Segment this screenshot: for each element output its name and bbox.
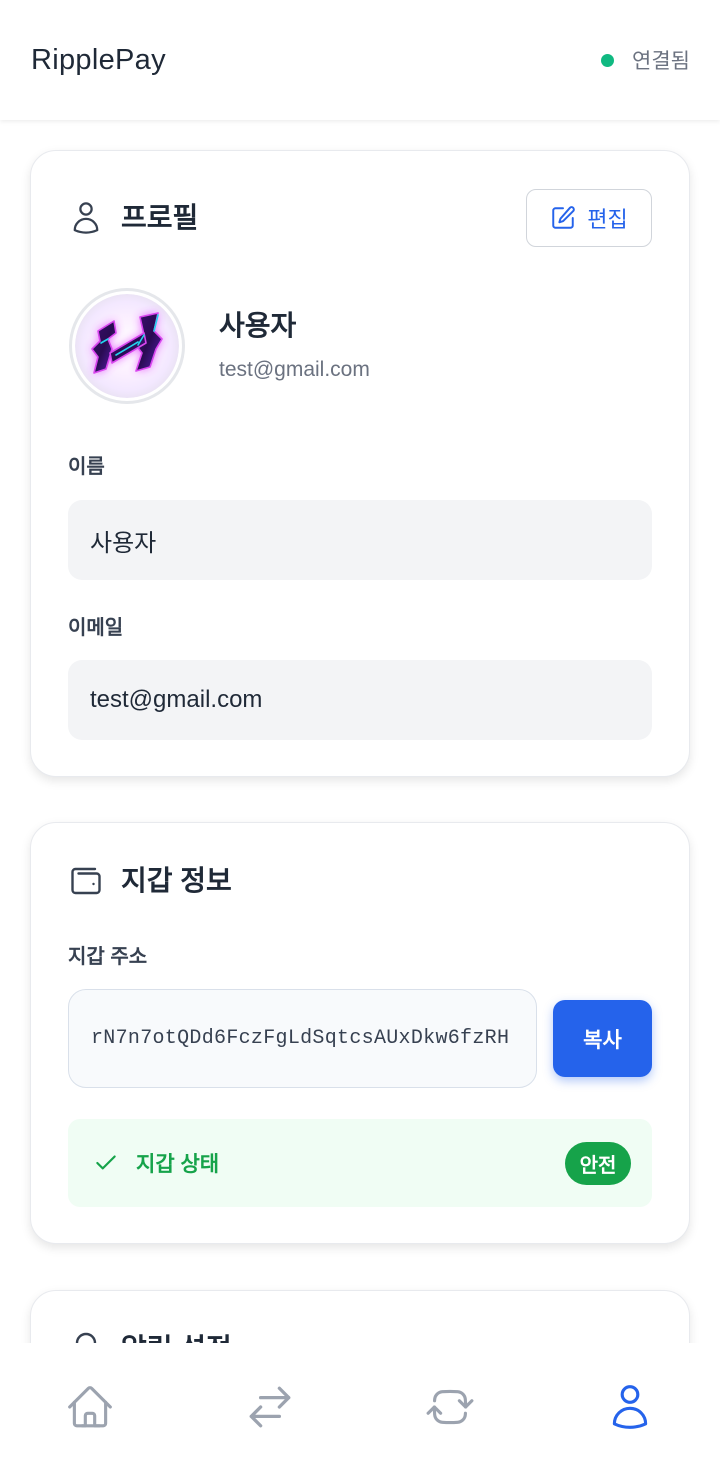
- name-field-label: 이름: [68, 456, 105, 478]
- wallet-card-header: 지갑 정보: [68, 861, 652, 901]
- nav-home[interactable]: [0, 1343, 180, 1466]
- check-icon: [93, 1150, 119, 1176]
- wallet-address-label: 지갑 주소: [68, 946, 148, 968]
- profile-heading: 프로필: [68, 198, 198, 238]
- edit-profile-button[interactable]: 편집: [526, 189, 652, 247]
- nav-profile[interactable]: [540, 1343, 720, 1466]
- profile-card: 프로필 편집 사용자 test@gmail.com 이름 사용자 이메일 tes…: [30, 150, 690, 777]
- edit-icon: [550, 205, 576, 231]
- wallet-address-field[interactable]: [68, 989, 537, 1088]
- email-field-label: 이메일: [68, 617, 124, 639]
- profile-card-header: 프로필 편집: [68, 189, 652, 247]
- status-dot-icon: [601, 53, 615, 67]
- nav-transfer[interactable]: [180, 1343, 360, 1466]
- wallet-title: 지갑 정보: [121, 865, 232, 896]
- wallet-address-row: 복사: [68, 989, 652, 1088]
- home-icon: [68, 1386, 112, 1428]
- email-field[interactable]: [68, 660, 652, 740]
- wallet-card: 지갑 정보 지갑 주소 복사 지갑 상태 안전: [30, 822, 690, 1244]
- top-header: RipplePay 연결됨: [0, 0, 720, 120]
- profile-identity: 사용자 test@gmail.com: [219, 308, 370, 385]
- profile-name: 사용자: [219, 309, 297, 341]
- connection-status-text: 연결됨: [632, 50, 690, 73]
- wallet-status-box: 지갑 상태 안전: [68, 1119, 652, 1207]
- wallet-status-label: 지갑 상태: [136, 1153, 220, 1176]
- copy-address-button[interactable]: 복사: [553, 1000, 652, 1077]
- arrows-right-left-icon: [249, 1386, 291, 1428]
- edit-button-label: 편집: [587, 207, 628, 232]
- wallet-icon: [68, 863, 104, 899]
- user-icon: [68, 200, 104, 236]
- profile-title: 프로필: [121, 202, 199, 233]
- app-screen: RipplePay 연결됨 프로필 편집 사용자 test@gmail.com …: [0, 0, 720, 1466]
- profile-summary: 사용자 test@gmail.com: [68, 287, 652, 405]
- bottom-nav: [0, 1343, 720, 1466]
- avatar-logo: [69, 288, 185, 404]
- profile-email: test@gmail.com: [219, 357, 370, 381]
- arrow-path-icon: [426, 1389, 474, 1425]
- wallet-heading: 지갑 정보: [68, 861, 232, 901]
- connection-status: 연결됨: [601, 0, 690, 120]
- avatar[interactable]: [68, 287, 186, 405]
- user-icon: [612, 1385, 648, 1429]
- app-title: RipplePay: [31, 44, 166, 76]
- nav-exchange[interactable]: [360, 1343, 540, 1466]
- status-badge: 안전: [565, 1141, 631, 1185]
- name-field[interactable]: [68, 500, 652, 580]
